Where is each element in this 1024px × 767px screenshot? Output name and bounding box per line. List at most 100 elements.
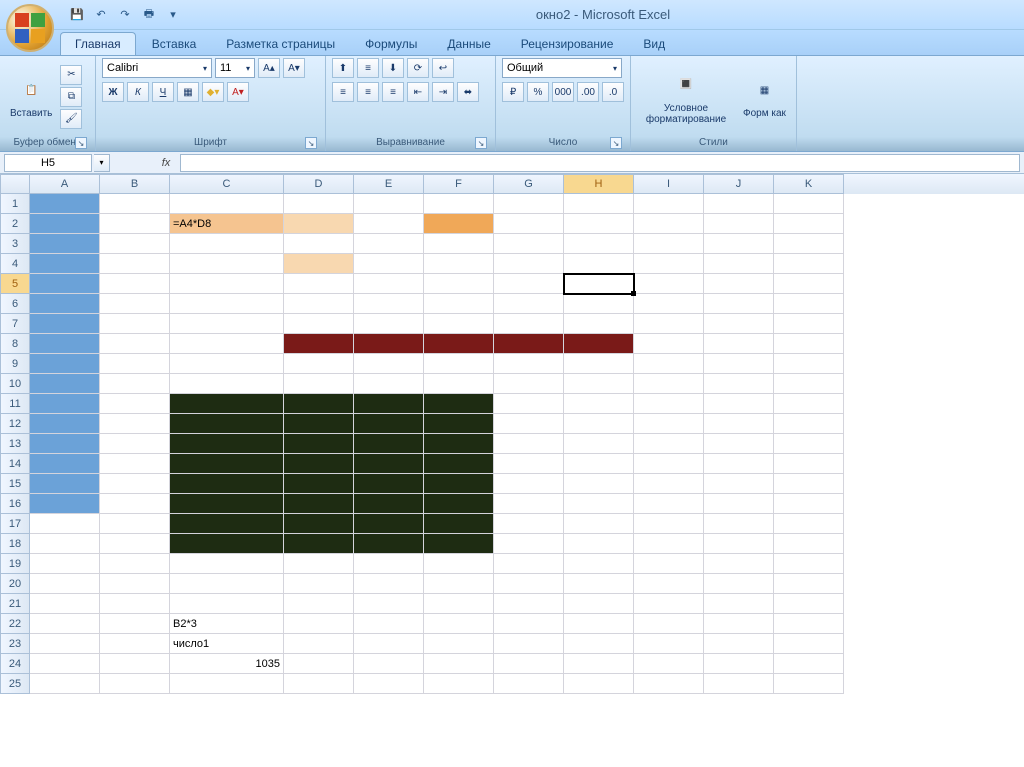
cell-E5[interactable] [354,274,424,294]
cell-F18[interactable] [424,534,494,554]
cell-C12[interactable] [170,414,284,434]
cell-B1[interactable] [100,194,170,214]
orientation-icon[interactable]: ⟳ [407,58,429,78]
conditional-formatting-button[interactable]: 🔳 Условное форматирование [637,67,735,127]
cell-G2[interactable] [494,214,564,234]
cell-G22[interactable] [494,614,564,634]
cell-K18[interactable] [774,534,844,554]
cell-B2[interactable] [100,214,170,234]
cell-B3[interactable] [100,234,170,254]
cell-F12[interactable] [424,414,494,434]
cell-H22[interactable] [564,614,634,634]
cell-C22[interactable]: B2*3 [170,614,284,634]
cell-I16[interactable] [634,494,704,514]
cell-I12[interactable] [634,414,704,434]
cell-I8[interactable] [634,334,704,354]
cell-I19[interactable] [634,554,704,574]
cell-H4[interactable] [564,254,634,274]
cell-I5[interactable] [634,274,704,294]
cell-K19[interactable] [774,554,844,574]
cell-K8[interactable] [774,334,844,354]
cell-A14[interactable] [30,454,100,474]
cell-K12[interactable] [774,414,844,434]
shrink-font-icon[interactable]: A▾ [283,58,305,78]
cell-A2[interactable] [30,214,100,234]
cell-J12[interactable] [704,414,774,434]
cell-J3[interactable] [704,234,774,254]
cell-D1[interactable] [284,194,354,214]
cell-J25[interactable] [704,674,774,694]
cell-F15[interactable] [424,474,494,494]
merge-icon[interactable]: ⬌ [457,82,479,102]
row-header-23[interactable]: 23 [0,634,30,654]
cell-K25[interactable] [774,674,844,694]
border-icon[interactable]: ▦ [177,82,199,102]
cell-K21[interactable] [774,594,844,614]
cell-J13[interactable] [704,434,774,454]
cell-C15[interactable] [170,474,284,494]
cell-H3[interactable] [564,234,634,254]
cell-D21[interactable] [284,594,354,614]
row-header-8[interactable]: 8 [0,334,30,354]
cell-E3[interactable] [354,234,424,254]
cell-E16[interactable] [354,494,424,514]
cell-J2[interactable] [704,214,774,234]
office-button[interactable] [6,4,54,52]
cell-C4[interactable] [170,254,284,274]
cell-H16[interactable] [564,494,634,514]
number-format-combo[interactable]: Общий▾ [502,58,622,78]
cell-C7[interactable] [170,314,284,334]
cell-B25[interactable] [100,674,170,694]
cell-D22[interactable] [284,614,354,634]
col-header-K[interactable]: K [774,174,844,194]
col-header-H[interactable]: H [564,174,634,194]
tab-review[interactable]: Рецензирование [507,33,628,55]
cell-H8[interactable] [564,334,634,354]
comma-icon[interactable]: 000 [552,82,574,102]
cell-F24[interactable] [424,654,494,674]
cell-K10[interactable] [774,374,844,394]
cell-D2[interactable] [284,214,354,234]
cell-J19[interactable] [704,554,774,574]
name-box-dropdown[interactable]: ▾ [94,154,110,172]
cell-J1[interactable] [704,194,774,214]
cell-F7[interactable] [424,314,494,334]
cell-D17[interactable] [284,514,354,534]
cell-I11[interactable] [634,394,704,414]
tab-formulas[interactable]: Формулы [351,33,431,55]
underline-button[interactable]: Ч [152,82,174,102]
cell-B10[interactable] [100,374,170,394]
cell-C11[interactable] [170,394,284,414]
cell-D4[interactable] [284,254,354,274]
cell-G14[interactable] [494,454,564,474]
cell-C14[interactable] [170,454,284,474]
fx-icon[interactable]: fx [154,154,178,172]
row-header-10[interactable]: 10 [0,374,30,394]
cell-K7[interactable] [774,314,844,334]
cell-E19[interactable] [354,554,424,574]
row-header-5[interactable]: 5 [0,274,30,294]
cell-K15[interactable] [774,474,844,494]
undo-icon[interactable]: ↶ [92,6,110,24]
cell-A19[interactable] [30,554,100,574]
cell-F10[interactable] [424,374,494,394]
cell-K13[interactable] [774,434,844,454]
cell-D14[interactable] [284,454,354,474]
row-header-19[interactable]: 19 [0,554,30,574]
dec-decimal-icon[interactable]: .0 [602,82,624,102]
cell-F16[interactable] [424,494,494,514]
cell-F8[interactable] [424,334,494,354]
cell-C8[interactable] [170,334,284,354]
row-header-15[interactable]: 15 [0,474,30,494]
row-header-20[interactable]: 20 [0,574,30,594]
cell-G16[interactable] [494,494,564,514]
cell-D11[interactable] [284,394,354,414]
cell-A1[interactable] [30,194,100,214]
cell-J10[interactable] [704,374,774,394]
cell-G6[interactable] [494,294,564,314]
cell-D7[interactable] [284,314,354,334]
cell-J6[interactable] [704,294,774,314]
cell-B22[interactable] [100,614,170,634]
row-header-2[interactable]: 2 [0,214,30,234]
cell-B9[interactable] [100,354,170,374]
